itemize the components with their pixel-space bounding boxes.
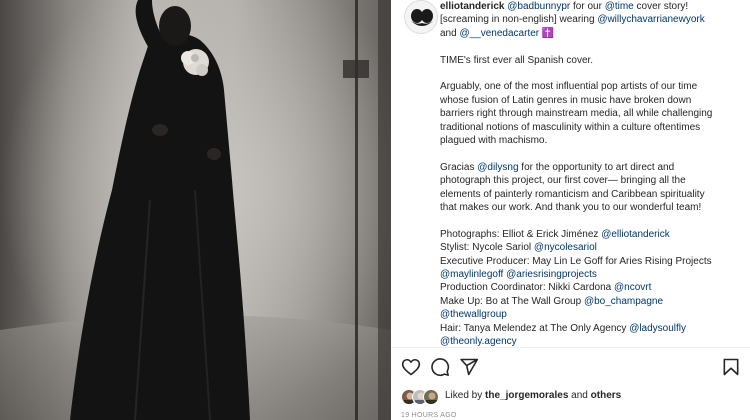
caption-fragment: Photographs: Elliot & Erick Jiménez: [440, 228, 602, 240]
photo-illustration: [0, 0, 391, 420]
caption-line: plagued with machismo.: [440, 135, 548, 147]
caption-fragment: and: [440, 27, 460, 39]
comment-button[interactable]: [430, 357, 450, 377]
caption-line: [screaming in non-english] wearing @will…: [440, 13, 744, 26]
caption-text: elliotanderick @badbunnypr for our @time…: [440, 0, 744, 349]
avatar[interactable]: [404, 0, 438, 34]
caption-fragment: [screaming in non-english] wearing: [440, 14, 598, 26]
post-panel: elliotanderick @badbunnypr for our @time…: [391, 0, 750, 420]
cross-emoji-icon: ✝️: [541, 27, 555, 39]
mention-link[interactable]: @badbunnypr: [507, 1, 570, 12]
caption-line: Arguably, one of the most influential po…: [440, 81, 698, 93]
post-photo[interactable]: [0, 0, 391, 420]
mention-link[interactable]: @maylinlegoff: [440, 269, 503, 280]
caption-line: elliotanderick @badbunnypr for our @time…: [440, 0, 744, 13]
caption-line: Photographs: Elliot & Erick Jiménez @ell…: [440, 228, 744, 241]
caption-line: Make Up: Bo at The Wall Group @bo_champa…: [440, 295, 744, 308]
liker-username-link[interactable]: the_jorgemorales: [485, 390, 568, 401]
username-link[interactable]: elliotanderick: [440, 1, 504, 12]
comment-icon: [431, 358, 450, 377]
likes-text: Liked by the_jorgemorales and others: [445, 390, 621, 401]
caption-line: Executive Producer: May Lin Le Goff for …: [440, 255, 712, 267]
action-bar: [391, 353, 750, 381]
mention-link[interactable]: @nycolesariol: [534, 242, 597, 253]
mention-link[interactable]: @theonly.agency: [440, 336, 517, 347]
caption-line: that makes our work. And thank you to ou…: [440, 202, 702, 214]
caption-fragment: Stylist: Nycole Sariol: [440, 242, 534, 254]
avatar-image: [405, 1, 437, 33]
caption-line: whose fusion of Latin genres in music ha…: [440, 94, 692, 106]
like-button[interactable]: [401, 357, 421, 377]
caption-line: photograph this project, our first cover…: [440, 175, 686, 187]
caption-fragment: Production Coordinator: Nikki Cardona: [440, 282, 614, 294]
mention-link[interactable]: @ladysoulfly: [629, 323, 686, 334]
bookmark-icon: [723, 358, 739, 376]
mention-link[interactable]: @elliotanderick: [601, 229, 670, 240]
actions-divider: [391, 347, 750, 348]
post-timestamp[interactable]: 19 HOURS AGO: [401, 411, 457, 420]
caption-line: Production Coordinator: Nikki Cardona @n…: [440, 281, 744, 294]
caption-fragment: Hair: Tanya Melendez at The Only Agency: [440, 322, 630, 334]
caption-fragment: cover story!: [633, 1, 689, 12]
caption-line: @thewallgroup: [440, 308, 744, 321]
caption-area: elliotanderick @badbunnypr for our @time…: [391, 0, 750, 350]
mention-link[interactable]: @ariesrisingprojects: [506, 269, 597, 280]
heart-icon: [401, 358, 421, 376]
mention-link[interactable]: @ncovrt: [614, 282, 651, 293]
caption-line: and @__venedacarter ✝️: [440, 27, 744, 40]
caption-line: Stylist: Nycole Sariol @nycolesariol: [440, 241, 744, 254]
likes-others-link[interactable]: others: [591, 390, 622, 401]
likes-and: and: [568, 390, 591, 401]
caption-line: barriers right through mainstream media,…: [440, 108, 713, 120]
caption-line: @maylinlegoff @ariesrisingprojects: [440, 268, 744, 281]
save-button[interactable]: [721, 357, 741, 377]
caption-fragment: for the opportunity to art direct and: [518, 161, 675, 173]
caption-fragment: for our: [570, 1, 605, 12]
caption-line: elements of painterly romanticism and Ca…: [440, 188, 705, 200]
caption-line: TIME's first ever all Spanish cover.: [440, 54, 594, 66]
mention-link[interactable]: @__venedacarter: [459, 28, 539, 39]
caption-line: Gracias @dilysng for the opportunity to …: [440, 161, 744, 174]
mention-link[interactable]: @thewallgroup: [440, 309, 507, 320]
caption-line: traditional notions of masculinity withi…: [440, 121, 701, 133]
likes-row: Liked by the_jorgemorales and others: [401, 387, 741, 407]
mention-link[interactable]: @dilysng: [477, 162, 518, 173]
share-button[interactable]: [459, 357, 479, 377]
liker-avatar-image: [426, 392, 438, 404]
mention-link[interactable]: @time: [605, 1, 634, 12]
caption-fragment: Make Up: Bo at The Wall Group: [440, 295, 584, 307]
caption-fragment: Gracias: [440, 161, 478, 173]
likes-prefix: Liked by: [445, 390, 486, 401]
paper-plane-icon: [460, 358, 479, 376]
caption-line: Hair: Tanya Melendez at The Only Agency …: [440, 322, 744, 335]
liker-avatar[interactable]: [423, 389, 439, 405]
mention-link[interactable]: @willychavarrianewyork: [597, 14, 704, 25]
mention-link[interactable]: @bo_champagne: [584, 296, 663, 307]
